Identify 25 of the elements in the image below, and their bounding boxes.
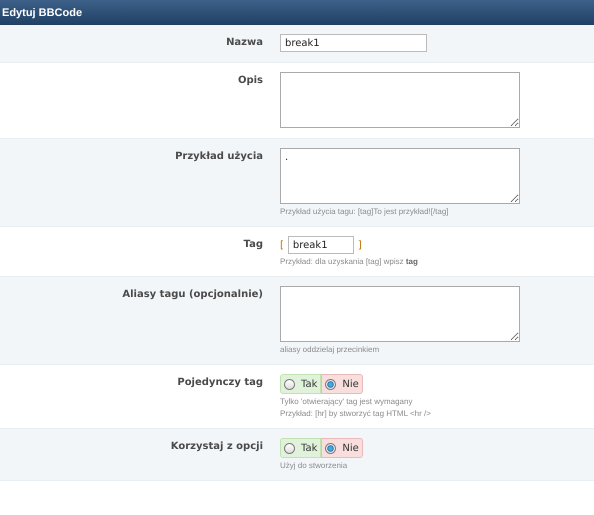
field-label: Pojedynczy tag — [176, 376, 263, 390]
page-title: Edytuj BBCode — [2, 6, 82, 18]
hint-text: Użyj do stworzenia — [280, 461, 348, 470]
radio-option[interactable]: Tak — [280, 374, 322, 394]
text-area[interactable]: . — [280, 148, 520, 204]
text-area[interactable] — [280, 72, 520, 128]
hint-text: Przykład: dla uzyskania [tag] wpisz tag — [280, 257, 418, 266]
radio-option[interactable]: Nie — [321, 438, 363, 458]
field-label: Tag — [242, 238, 263, 252]
open-bracket: [ — [280, 240, 284, 250]
field-label: Opis — [236, 74, 263, 88]
radio-option[interactable]: Nie — [321, 374, 363, 394]
text-area[interactable] — [280, 286, 520, 342]
field-label: Nazwa — [225, 36, 263, 50]
hint-text: Tylko 'otwierający' tag jest wymagany — [280, 397, 412, 406]
name-field[interactable]: break1 — [280, 34, 427, 52]
field-label: Przykład użycia — [174, 150, 263, 164]
hint-text: Przykład: [hr] by stworzyć tag HTML <hr /> — [280, 409, 431, 418]
tag-field[interactable]: break1 — [288, 236, 354, 254]
field-label: Korzystaj z opcji — [170, 440, 263, 454]
radio-option[interactable]: Tak — [280, 438, 322, 458]
field-label: Aliasy tagu (opcjonalnie) — [121, 288, 263, 302]
hint-text: aliasy oddzielaj przecinkiem — [280, 345, 380, 354]
close-bracket: ] — [358, 240, 362, 250]
hint-text: Przykład użycia tagu: [tag]To jest przykład![/tag] — [280, 207, 449, 216]
